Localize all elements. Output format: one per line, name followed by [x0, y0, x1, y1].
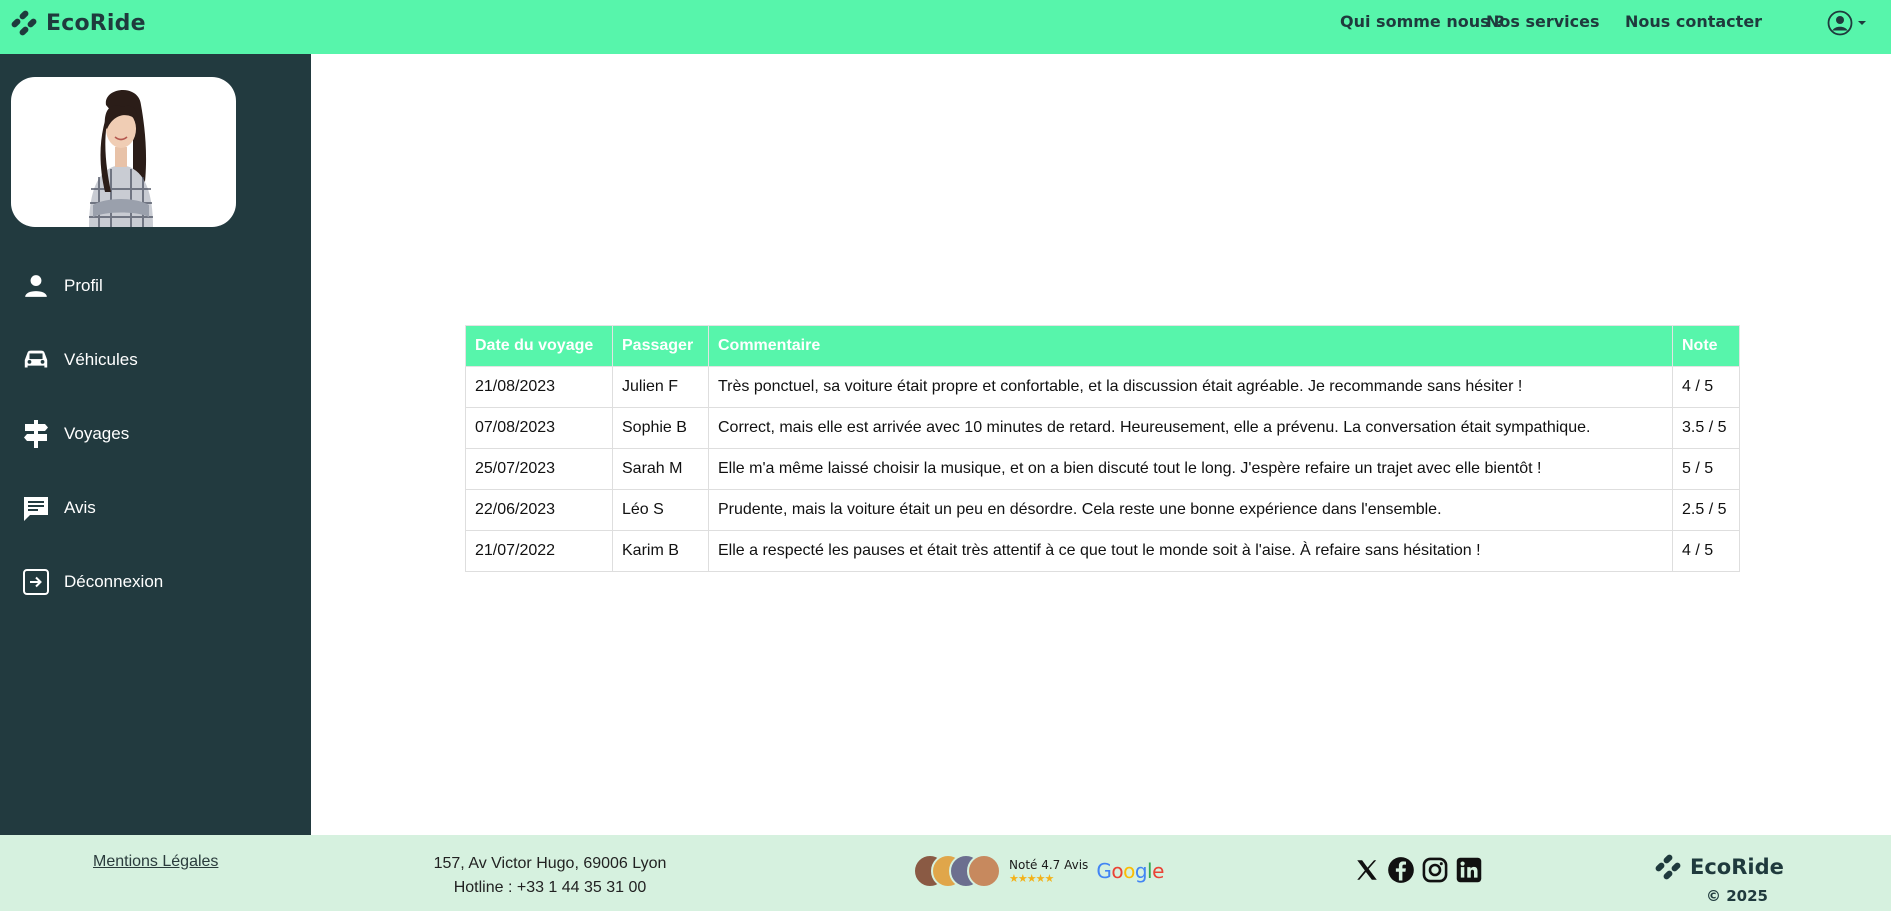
sidebar-item-vehicules[interactable]: Véhicules [22, 346, 138, 374]
cell-comment: Prudente, mais la voiture était un peu e… [708, 489, 1673, 531]
brand-name: EcoRide [46, 10, 146, 36]
cell-date: 21/07/2022 [465, 530, 613, 572]
table-row: 07/08/2023 Sophie B Correct, mais elle e… [465, 407, 1740, 449]
user-circle-icon [1827, 10, 1853, 36]
table-header-row: Date du voyage Passager Commentaire Note [465, 325, 1740, 367]
cell-date: 21/08/2023 [465, 366, 613, 408]
column-header-passenger: Passager [612, 325, 709, 367]
comment-icon [22, 494, 50, 522]
reviews-table-container: Date du voyage Passager Commentaire Note… [465, 325, 1740, 572]
linkedin-icon[interactable] [1454, 855, 1484, 885]
cell-passenger: Karim B [612, 530, 709, 572]
table-row: 21/07/2022 Karim B Elle a respecté les p… [465, 530, 1740, 572]
column-header-date: Date du voyage [465, 325, 613, 367]
cell-note: 5 / 5 [1672, 448, 1740, 490]
cell-comment: Correct, mais elle est arrivée avec 10 m… [708, 407, 1673, 449]
instagram-icon[interactable] [1420, 855, 1450, 885]
sidebar-item-voyages[interactable]: Voyages [22, 420, 129, 448]
top-navbar: EcoRide Qui somme nous ? Nos services No… [0, 0, 1891, 54]
cell-date: 22/06/2023 [465, 489, 613, 531]
sidebar: Profil Véhicules Voyages Avis Déconnexio… [0, 54, 311, 835]
cell-passenger: Sarah M [612, 448, 709, 490]
cell-note: 4 / 5 [1672, 530, 1740, 572]
facebook-icon[interactable] [1386, 855, 1416, 885]
cell-comment: Elle a respecté les pauses et était très… [708, 530, 1673, 572]
nav-services[interactable]: Nos services [1486, 12, 1600, 31]
profile-photo [89, 89, 153, 227]
x-icon[interactable] [1352, 855, 1382, 885]
reviews-table: Date du voyage Passager Commentaire Note… [465, 325, 1740, 572]
caret-down-icon [1858, 21, 1866, 25]
footer-brand-logo[interactable]: EcoRide [1652, 851, 1784, 883]
address-line: 157, Av Victor Hugo, 69006 Lyon [433, 855, 667, 872]
cell-comment: Elle m'a même laissé choisir la musique,… [708, 448, 1673, 490]
social-links [1352, 855, 1484, 885]
person-icon [22, 272, 50, 300]
cell-note: 4 / 5 [1672, 366, 1740, 408]
cell-note: 3.5 / 5 [1672, 407, 1740, 449]
rating-label: Noté 4.7 Avis [1009, 857, 1089, 872]
cell-passenger: Léo S [612, 489, 709, 531]
legal-notice-link[interactable]: Mentions Légales [93, 853, 218, 871]
nav-contact[interactable]: Nous contacter [1625, 12, 1762, 31]
sidebar-item-profil[interactable]: Profil [22, 272, 103, 300]
cell-date: 25/07/2023 [465, 448, 613, 490]
footer-brand-name: EcoRide [1690, 855, 1784, 879]
brand-logo[interactable]: EcoRide [8, 7, 146, 39]
user-menu-button[interactable] [1827, 10, 1867, 36]
rating-stars: ★★★★★ [1009, 872, 1054, 885]
table-row: 21/08/2023 Julien F Très ponctuel, sa vo… [465, 366, 1740, 408]
sidebar-item-avis[interactable]: Avis [22, 494, 96, 522]
copyright: © 2025 [1706, 887, 1768, 905]
sidebar-item-deconnexion[interactable]: Déconnexion [22, 568, 163, 596]
rating-text: Noté 4.7 Avis ★★★★★ [1009, 858, 1088, 885]
table-row: 22/06/2023 Léo S Prudente, mais la voitu… [465, 489, 1740, 531]
cell-passenger: Sophie B [612, 407, 709, 449]
cell-date: 07/08/2023 [465, 407, 613, 449]
sidebar-item-label: Avis [64, 498, 96, 517]
hotline-line: Hotline : +33 1 44 35 31 00 [453, 879, 647, 896]
table-row: 25/07/2023 Sarah M Elle m'a même laissé … [465, 448, 1740, 490]
car-icon [22, 346, 50, 374]
signpost-icon [22, 420, 50, 448]
avatar [11, 77, 236, 227]
logout-icon [22, 568, 50, 596]
ecoride-logo-icon [1655, 854, 1681, 880]
cell-note: 2.5 / 5 [1672, 489, 1740, 531]
ecoride-logo-icon [11, 10, 37, 36]
column-header-comment: Commentaire [708, 325, 1673, 367]
sidebar-item-label: Voyages [64, 424, 130, 443]
google-rating-badge[interactable]: Noté 4.7 Avis ★★★★★ Google [913, 853, 1164, 889]
reviewer-avatar [967, 854, 1001, 888]
nav-about[interactable]: Qui somme nous ? [1340, 12, 1504, 31]
cell-comment: Très ponctuel, sa voiture était propre e… [708, 366, 1673, 408]
footer: Mentions Légales 157, Av Victor Hugo, 69… [0, 835, 1891, 911]
cell-passenger: Julien F [612, 366, 709, 408]
sidebar-item-label: Déconnexion [64, 572, 164, 591]
column-header-note: Note [1672, 325, 1740, 367]
sidebar-item-label: Profil [64, 276, 103, 295]
contact-address: 157, Av Victor Hugo, 69006 Lyon Hotline … [410, 852, 690, 900]
sidebar-item-label: Véhicules [64, 350, 138, 369]
google-logo: Google [1096, 859, 1164, 883]
reviewer-avatars [913, 853, 1001, 889]
